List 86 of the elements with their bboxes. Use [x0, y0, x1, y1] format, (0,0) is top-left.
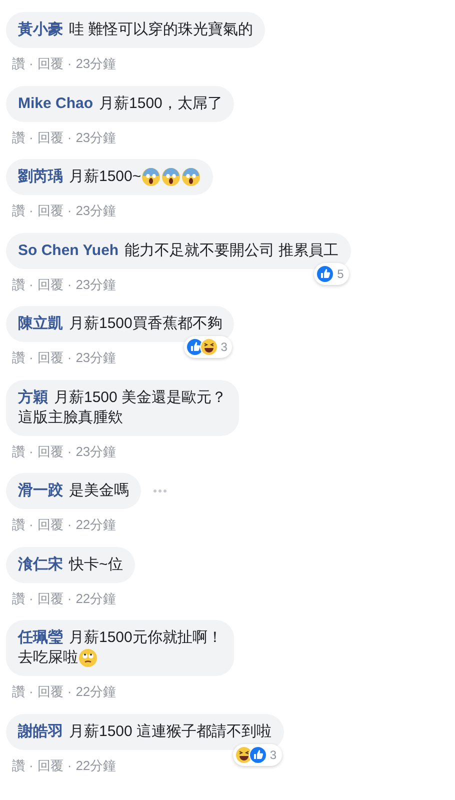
- separator-dot: ·: [29, 516, 34, 534]
- timestamp: 23分鐘: [76, 202, 116, 220]
- separator-dot: ·: [67, 202, 72, 220]
- reaction-count: 3: [270, 746, 277, 764]
- comment-text: 月薪1500，太屌了: [99, 94, 222, 114]
- reply-link[interactable]: 回覆: [37, 201, 64, 220]
- like-link[interactable]: 讚: [12, 348, 25, 368]
- separator-dot: ·: [29, 55, 34, 73]
- timestamp: 23分鐘: [76, 276, 116, 294]
- comment-text: 是美金嗎: [69, 481, 129, 501]
- reaction-count: 5: [337, 266, 344, 282]
- thumbs-up-icon: [316, 264, 334, 282]
- screaming-face-icon: [141, 167, 162, 187]
- timestamp: 23分鐘: [76, 128, 116, 146]
- reply-link[interactable]: 回覆: [37, 515, 64, 534]
- more-options-icon[interactable]: [153, 489, 167, 493]
- author-name[interactable]: 任珮瑩: [18, 628, 63, 648]
- like-link[interactable]: 讚: [12, 588, 25, 608]
- author-name[interactable]: Mike Chao: [18, 94, 94, 114]
- comment-text: 月薪1500 這連猴子都請不到啦: [69, 722, 272, 742]
- separator-dot: ·: [67, 590, 72, 608]
- separator-dot: ·: [29, 590, 34, 608]
- comment-text: 去吃屎啦: [18, 648, 78, 668]
- author-name[interactable]: 方穎: [18, 388, 48, 408]
- reply-link[interactable]: 回覆: [37, 274, 64, 294]
- separator-dot: ·: [67, 683, 72, 701]
- separator-dot: ·: [29, 756, 34, 774]
- reply-link[interactable]: 回覆: [37, 348, 64, 368]
- separator-dot: ·: [67, 516, 72, 534]
- like-link[interactable]: 讚: [12, 682, 25, 702]
- separator-dot: ·: [67, 756, 72, 774]
- laughing-face-icon: [200, 338, 218, 356]
- comment-text: 月薪1500元你就扯啊！: [69, 628, 222, 648]
- like-link[interactable]: 讚: [12, 201, 25, 220]
- separator-dot: ·: [29, 442, 34, 460]
- like-link[interactable]: 讚: [12, 274, 25, 294]
- separator-dot: ·: [67, 349, 72, 367]
- author-name[interactable]: 陳立凱: [18, 314, 63, 334]
- separator-dot: ·: [67, 55, 72, 73]
- author-name[interactable]: 滑一跤: [18, 481, 63, 501]
- comment-text: 月薪1500買香蕉都不夠: [69, 314, 222, 334]
- author-name[interactable]: 湌仁宋: [18, 554, 63, 574]
- separator-dot: ·: [67, 276, 72, 294]
- comment-text: 哇 難怪可以穿的珠光寶氣的: [69, 20, 254, 40]
- separator-dot: ·: [67, 128, 72, 146]
- author-name[interactable]: 劉芮瑀: [18, 167, 63, 187]
- reaction-badge[interactable]: 3: [184, 336, 232, 358]
- timestamp: 22分鐘: [76, 756, 116, 774]
- comment-text: 月薪1500 美金還是歐元？: [54, 388, 227, 408]
- separator-dot: ·: [29, 128, 34, 146]
- screaming-face-icon: [161, 167, 182, 187]
- reaction-badge[interactable]: 3: [232, 744, 282, 766]
- reply-link[interactable]: 回覆: [37, 54, 64, 74]
- reply-link[interactable]: 回覆: [37, 756, 64, 775]
- like-link[interactable]: 讚: [12, 128, 25, 147]
- timestamp: 23分鐘: [76, 349, 116, 367]
- reply-link[interactable]: 回覆: [37, 442, 64, 461]
- reaction-badge[interactable]: 5: [314, 262, 349, 284]
- comment-text: 這版主臉真腫欸: [18, 408, 123, 428]
- like-link[interactable]: 讚: [12, 756, 25, 775]
- reply-link[interactable]: 回覆: [37, 128, 64, 147]
- timestamp: 23分鐘: [76, 55, 116, 73]
- timestamp: 22分鐘: [76, 516, 116, 534]
- separator-dot: ·: [29, 349, 34, 367]
- timestamp: 23分鐘: [76, 442, 116, 460]
- author-name[interactable]: So Chen Yueh: [18, 240, 119, 260]
- separator-dot: ·: [29, 276, 34, 294]
- reply-link[interactable]: 回覆: [37, 682, 64, 702]
- like-link[interactable]: 讚: [12, 515, 25, 534]
- separator-dot: ·: [67, 442, 72, 460]
- like-link[interactable]: 讚: [12, 54, 25, 74]
- author-name[interactable]: 黃小豪: [18, 20, 63, 40]
- separator-dot: ·: [29, 683, 34, 701]
- like-link[interactable]: 讚: [12, 442, 25, 461]
- eye-roll-face-icon: [78, 648, 98, 668]
- separator-dot: ·: [29, 202, 34, 220]
- comment-text: 快卡~位: [69, 554, 123, 574]
- comment-text: 月薪1500~: [69, 167, 142, 187]
- timestamp: 22分鐘: [76, 683, 116, 701]
- thumbs-up-icon: [248, 746, 267, 764]
- author-name[interactable]: 謝皓羽: [18, 722, 63, 742]
- screaming-face-icon: [181, 167, 202, 187]
- comment-text: 能力不足就不要開公司 推累員工: [124, 240, 339, 260]
- timestamp: 22分鐘: [76, 590, 116, 608]
- reaction-count: 3: [220, 339, 228, 356]
- reply-link[interactable]: 回覆: [37, 588, 64, 608]
